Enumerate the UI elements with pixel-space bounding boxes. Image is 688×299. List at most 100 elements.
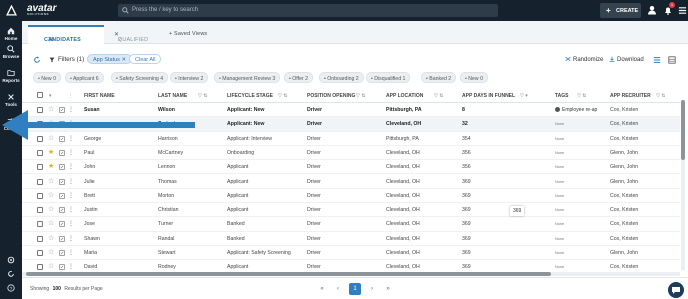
first-page-button[interactable]: « bbox=[316, 283, 328, 295]
row-checkbox[interactable] bbox=[37, 221, 43, 228]
app-status-chip[interactable]: App Status ✕ bbox=[87, 54, 133, 64]
stage-pill[interactable]: • Banked 2 bbox=[421, 72, 457, 83]
user-icon[interactable] bbox=[647, 5, 657, 15]
last-name-cell[interactable]: Thomas bbox=[158, 179, 177, 185]
last-name-cell[interactable]: Harrison bbox=[158, 136, 178, 142]
first-name-cell[interactable]: John bbox=[84, 164, 95, 170]
row-checkbox[interactable] bbox=[37, 135, 43, 142]
page-size-value[interactable]: 100 bbox=[53, 286, 61, 292]
star-icon[interactable]: ☆ bbox=[48, 106, 54, 113]
filter-icon[interactable]: ▽ ⇅ bbox=[278, 93, 287, 99]
horizontal-scrollbar[interactable] bbox=[22, 272, 680, 276]
nav-tools[interactable]: Tools bbox=[0, 93, 22, 107]
row-checkbox[interactable] bbox=[37, 121, 43, 128]
stage-pill[interactable]: • Onboarding 2 bbox=[319, 72, 364, 83]
last-name-cell[interactable]: Randal bbox=[158, 236, 174, 242]
stage-pill[interactable]: • Offer 2 bbox=[284, 72, 314, 83]
edit-icon[interactable] bbox=[59, 121, 65, 127]
star-icon[interactable]: ☆ bbox=[48, 135, 54, 142]
menu-icon[interactable] bbox=[678, 6, 687, 15]
edit-icon[interactable] bbox=[59, 107, 65, 113]
filter-icon[interactable]: ▽ ⇅ bbox=[356, 93, 365, 99]
filter-icon[interactable]: ▽ ⇅ bbox=[577, 93, 586, 99]
row-checkbox[interactable] bbox=[37, 192, 43, 199]
table-row[interactable]: ☆ ⋮ Smtest Applicant: New Driver Cleveland, O… bbox=[22, 117, 680, 132]
filter-icon[interactable]: ▽ ⇅ bbox=[434, 93, 443, 99]
help-icon[interactable]: ? bbox=[7, 284, 15, 292]
table-row[interactable]: ☆ ⋮ Justin Christian Applicant Driver Clevelan… bbox=[22, 203, 680, 218]
table-row[interactable]: ☆ ⋮ Julie Thomas Applicant Driver Cleveland, O… bbox=[22, 175, 680, 189]
vertical-scrollbar[interactable] bbox=[681, 100, 685, 270]
stage-pill[interactable]: • Safety Screening 4 bbox=[111, 72, 169, 83]
col-position-opening[interactable]: POSITION OPENING bbox=[307, 93, 355, 99]
tab-candidates[interactable]: CANDIDATES 30 bbox=[28, 25, 104, 44]
stage-pill[interactable]: • New 0 bbox=[33, 72, 61, 83]
first-name-cell[interactable]: Paul bbox=[84, 150, 94, 156]
current-page[interactable]: 1 bbox=[349, 283, 361, 295]
close-icon[interactable]: ✕ bbox=[114, 31, 119, 38]
star-icon[interactable]: ☆ bbox=[48, 249, 54, 256]
row-menu-icon[interactable]: ⋮ bbox=[68, 220, 74, 227]
grid-view-icon[interactable] bbox=[668, 56, 676, 64]
last-page-button[interactable]: » bbox=[382, 283, 394, 295]
star-icon[interactable]: ★ bbox=[48, 149, 54, 156]
edit-icon[interactable] bbox=[59, 250, 65, 256]
chat-button[interactable] bbox=[668, 282, 684, 298]
star-icon[interactable]: ☆ bbox=[48, 206, 54, 213]
last-name-cell[interactable]: Lennon bbox=[158, 164, 175, 170]
table-row[interactable]: ★ ⋮ Paul McCartney Onboarding Driver Cleveland… bbox=[22, 146, 680, 161]
row-checkbox[interactable] bbox=[37, 178, 43, 185]
first-name-cell[interactable]: Jose bbox=[84, 221, 95, 227]
refresh-icon[interactable] bbox=[33, 56, 41, 64]
last-name-cell[interactable]: Stewart bbox=[158, 250, 176, 256]
table-row[interactable]: ☆ ⋮ Susan Wilson Applicant: New Driver Pittsbu… bbox=[22, 103, 680, 118]
download-button[interactable]: Download bbox=[609, 56, 644, 63]
first-name-cell[interactable]: Maria bbox=[84, 250, 97, 256]
refresh-nav-icon[interactable] bbox=[7, 270, 15, 278]
star-icon[interactable]: ☆ bbox=[48, 178, 54, 185]
scroll-thumb[interactable] bbox=[681, 100, 685, 160]
create-button[interactable]: + CREATE bbox=[600, 3, 641, 18]
row-menu-icon[interactable]: ⋮ bbox=[68, 249, 74, 256]
close-icon[interactable]: ✕ bbox=[121, 57, 126, 63]
first-name-cell[interactable]: Susan bbox=[84, 107, 100, 113]
edit-icon[interactable] bbox=[59, 235, 65, 242]
row-menu-icon[interactable]: ⋮ bbox=[68, 206, 74, 213]
next-page-button[interactable]: › bbox=[366, 283, 378, 295]
table-row[interactable]: ☆ ⋮ Jose Turner Banked Driver Cleveland, OH 369… bbox=[22, 217, 680, 232]
nav-browse[interactable]: Browse bbox=[0, 45, 22, 59]
edit-icon[interactable] bbox=[59, 164, 65, 170]
scroll-thumb[interactable] bbox=[26, 272, 551, 276]
table-row[interactable]: ☆ ⋮ Shawn Randal Banked Driver Cleveland, OH 36… bbox=[22, 232, 680, 246]
first-name-cell[interactable]: David bbox=[84, 264, 97, 270]
edit-icon[interactable] bbox=[59, 207, 65, 213]
col-first-name[interactable]: FIRST NAME bbox=[84, 93, 115, 99]
row-menu-icon[interactable]: ⋮ bbox=[68, 163, 74, 170]
star-icon[interactable]: ☆ bbox=[48, 235, 54, 242]
row-checkbox[interactable] bbox=[37, 235, 43, 242]
stage-pill[interactable]: • New 0 bbox=[460, 72, 488, 83]
row-menu-icon[interactable]: ⋮ bbox=[68, 178, 74, 185]
page-size-selector[interactable]: Showing 100 Results per Page bbox=[30, 286, 103, 292]
row-checkbox[interactable] bbox=[37, 264, 43, 271]
row-menu-icon[interactable]: ⋮ bbox=[68, 120, 74, 127]
filter-icon[interactable]: ▽ ▾ bbox=[520, 93, 528, 99]
edit-icon[interactable] bbox=[59, 135, 65, 142]
first-name-cell[interactable]: Justin bbox=[84, 207, 98, 213]
row-checkbox[interactable] bbox=[37, 250, 43, 256]
row-menu-icon[interactable]: ⋮ bbox=[68, 149, 74, 156]
clear-all-button[interactable]: Clear All bbox=[129, 54, 162, 64]
table-row[interactable]: ☆ ⋮ Brett Morton Applicant Driver Cleveland, O… bbox=[22, 189, 680, 204]
first-name-cell[interactable]: George bbox=[84, 136, 101, 142]
row-checkbox[interactable] bbox=[37, 164, 43, 171]
stage-pill[interactable]: • Applicant 6 bbox=[65, 72, 104, 83]
first-name-cell[interactable]: Julie bbox=[84, 179, 95, 185]
row-menu-icon[interactable]: ⋮ bbox=[68, 135, 74, 142]
table-row[interactable]: ★ ⋮ John Lennon Applicant Driver Cleveland, OH… bbox=[22, 160, 680, 175]
last-name-cell[interactable]: Morton bbox=[158, 193, 174, 199]
tab-qualified[interactable]: QUALIFIED 2 ✕ bbox=[110, 25, 162, 44]
star-icon[interactable]: ★ bbox=[48, 163, 54, 170]
last-name-cell[interactable]: Christian bbox=[158, 207, 178, 213]
stage-pill[interactable]: • Management Review 3 bbox=[214, 72, 281, 83]
table-row[interactable]: ☆ ⋮ Maria Stewart Applicant: Safety Screenin… bbox=[22, 246, 680, 261]
